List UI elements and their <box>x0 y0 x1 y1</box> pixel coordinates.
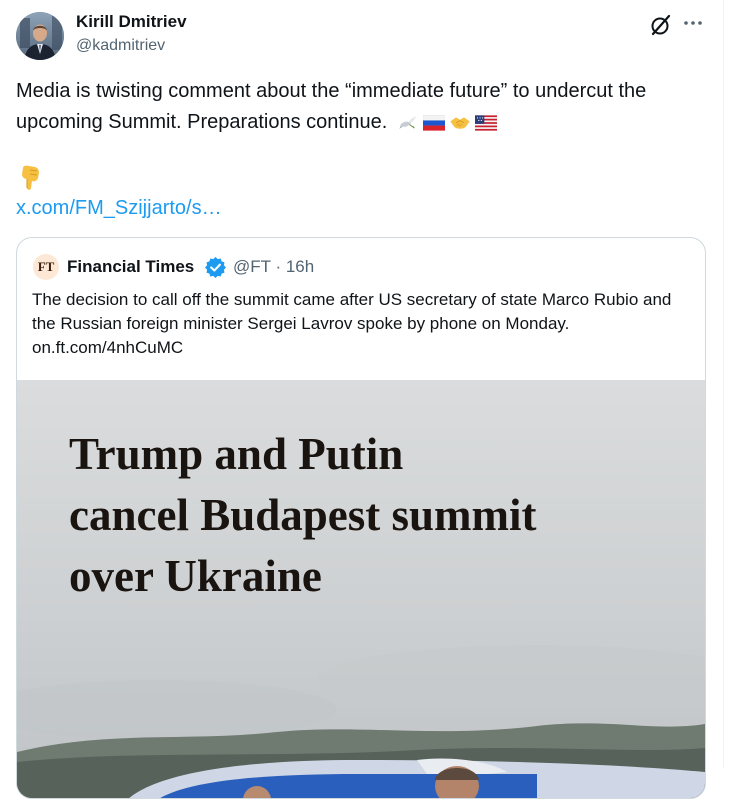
quote-meta: @FT · 16h <box>233 256 314 278</box>
quote-author-name[interactable]: Financial Times <box>67 256 194 278</box>
handshake-icon <box>450 117 470 129</box>
avatar[interactable] <box>16 12 64 60</box>
headline-line: cancel Budapest summit <box>69 490 537 540</box>
column-divider <box>723 0 724 768</box>
quoted-tweet[interactable]: FT Financial Times @FT · 16h The decisio… <box>16 237 706 799</box>
verified-badge-icon <box>205 257 226 278</box>
usa-flag-icon <box>474 115 497 131</box>
tweet-text: Media is twisting comment about the “imm… <box>16 76 706 138</box>
quote-media-image[interactable]: Trump and Putin cancel Budapest summit o… <box>17 380 705 798</box>
quote-timestamp[interactable]: · 16h <box>275 257 314 276</box>
tweet: Kirill Dmitriev @kadmitriev Media is twi… <box>0 0 723 799</box>
grok-icon[interactable] <box>648 12 674 38</box>
media-headline: Trump and Putin cancel Budapest summit o… <box>69 424 537 607</box>
quote-text: The decision to call off the summit came… <box>32 290 672 357</box>
author-handle[interactable]: @kadmitriev <box>76 36 165 56</box>
ft-logo[interactable]: FT <box>33 254 59 280</box>
headline-line: Trump and Putin <box>69 429 404 479</box>
quote-handle[interactable]: @FT <box>233 257 271 276</box>
russia-flag-icon <box>422 115 445 131</box>
more-options-icon[interactable] <box>680 12 706 38</box>
emoji-row <box>397 115 497 131</box>
tweet-link[interactable]: x.com/FM_Szijjarto/s… <box>16 194 222 222</box>
pointing-down-icon <box>22 165 39 190</box>
author-name[interactable]: Kirill Dmitriev <box>76 12 187 32</box>
headline-line: over Ukraine <box>69 551 322 601</box>
dove-icon <box>399 116 416 129</box>
tweet-body: Media is twisting comment about the “imm… <box>16 80 647 133</box>
